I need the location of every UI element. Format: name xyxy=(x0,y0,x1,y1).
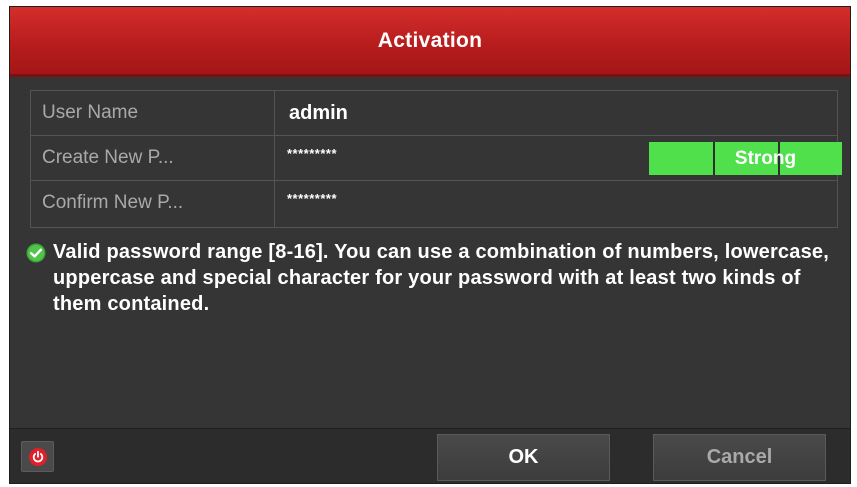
activation-form: User Name admin Create New P... ********… xyxy=(30,90,842,228)
create-password-row: Create New P... ********* Strong xyxy=(31,136,842,181)
cancel-button[interactable]: Cancel xyxy=(653,434,826,481)
user-name-row: User Name admin xyxy=(31,91,837,136)
create-password-field[interactable]: ********* xyxy=(287,146,337,162)
password-strength-label: Strong xyxy=(734,148,797,169)
user-name-field[interactable]: admin xyxy=(289,91,348,135)
password-hint-text: Valid password range [8-16]. You can use… xyxy=(53,241,829,315)
user-name-label: User Name xyxy=(31,91,275,135)
ok-button[interactable]: OK xyxy=(437,434,610,481)
password-strength-meter: Strong xyxy=(649,142,842,175)
confirm-password-label: Confirm New P... xyxy=(31,181,275,227)
confirm-password-row: Confirm New P... ********* xyxy=(31,181,837,227)
dialog-footer: OK Cancel xyxy=(10,428,850,483)
confirm-password-field[interactable]: ********* xyxy=(287,191,337,207)
power-icon xyxy=(29,448,47,466)
dialog-titlebar: Activation xyxy=(10,7,850,77)
create-password-label: Create New P... xyxy=(31,136,275,180)
power-button[interactable] xyxy=(21,441,54,472)
check-circle-icon xyxy=(26,243,46,263)
dialog-title: Activation xyxy=(377,29,483,52)
activation-dialog: Activation User Name admin Create New P.… xyxy=(9,6,851,484)
